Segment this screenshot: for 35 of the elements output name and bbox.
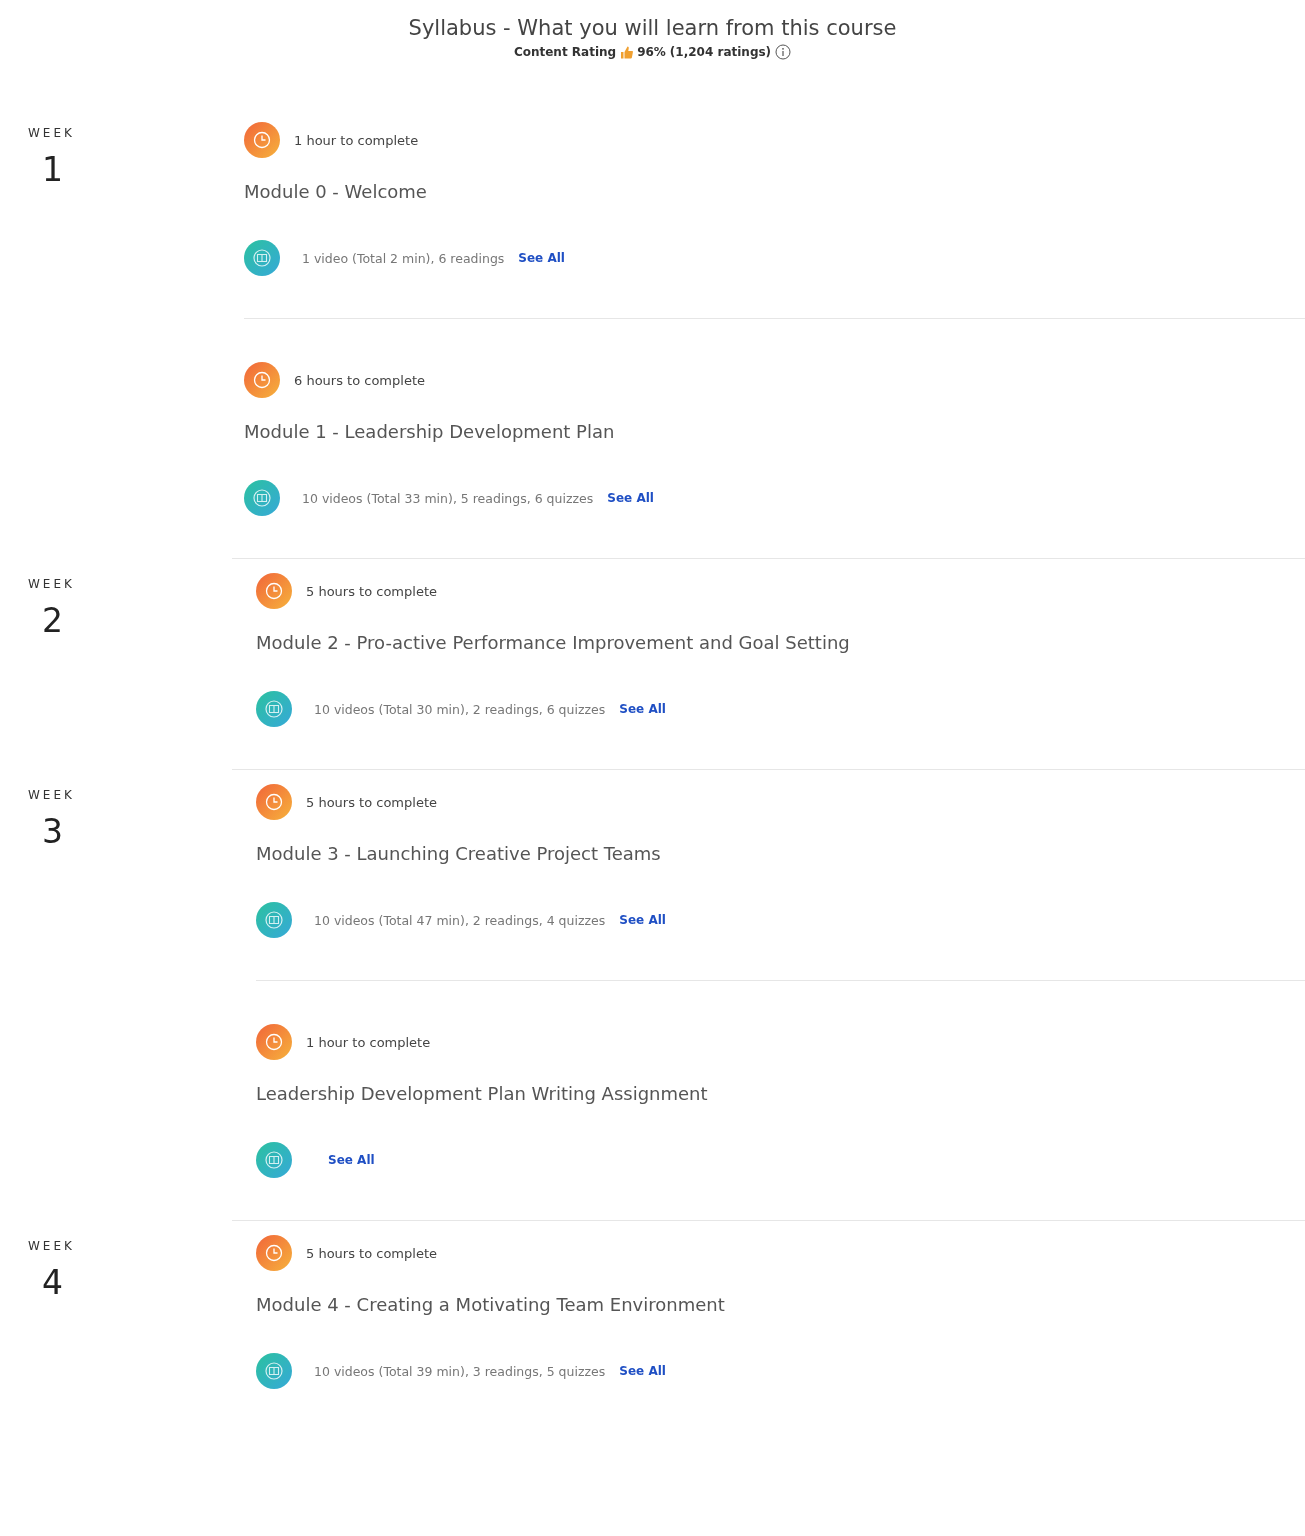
see-all-link[interactable]: See All xyxy=(518,251,565,265)
content-summary: 10 videos (Total 39 min), 3 readings, 5 quizzes xyxy=(314,1363,606,1379)
week-label: WEEK xyxy=(28,788,75,802)
week-number: 2 xyxy=(42,601,63,641)
duration-text: 5 hours to complete xyxy=(306,1245,437,1261)
page-title: Syllabus - What you will learn from this course xyxy=(408,15,897,42)
see-all-link[interactable]: See All xyxy=(619,913,666,927)
module-title: Module 4 - Creating a Motivating Team Environment xyxy=(256,1293,726,1317)
week-label: WEEK xyxy=(28,126,75,140)
see-all-link[interactable]: See All xyxy=(619,1364,666,1378)
duration-text: 5 hours to complete xyxy=(306,583,437,599)
duration-text: 5 hours to complete xyxy=(306,794,437,810)
week-label: WEEK xyxy=(28,1239,75,1253)
duration-text: 1 hour to complete xyxy=(294,132,419,148)
module-title: Module 2 - Pro-active Performance Improvement and Goal Setting xyxy=(256,631,851,655)
week-label: WEEK xyxy=(28,577,75,591)
see-all-link[interactable]: See All xyxy=(619,702,666,716)
module-title: Module 0 - Welcome xyxy=(244,180,428,204)
content-summary: 10 videos (Total 30 min), 2 readings, 6 quizzes xyxy=(314,701,606,717)
module-title: Module 1 - Leadership Development Plan xyxy=(244,420,616,444)
content-summary: 1 video (Total 2 min), 6 readings xyxy=(302,250,505,266)
week-number: 1 xyxy=(42,150,63,190)
rating-value: 96% xyxy=(637,45,666,59)
content-summary: 10 videos (Total 33 min), 5 readings, 6 quizzes xyxy=(302,490,594,506)
rating-label: Content Rating xyxy=(513,45,617,59)
see-all-link[interactable]: See All xyxy=(607,491,654,505)
rating-count: (1,204 ratings) xyxy=(669,45,772,59)
week-number: 3 xyxy=(42,812,63,852)
see-all-link[interactable]: See All xyxy=(328,1153,375,1167)
week-number: 4 xyxy=(42,1263,63,1303)
module-title: Module 3 - Launching Creative Project Teams xyxy=(256,842,662,866)
module-title: Leadership Development Plan Writing Assignment xyxy=(256,1082,709,1106)
duration-text: 1 hour to complete xyxy=(306,1034,431,1050)
duration-text: 6 hours to complete xyxy=(294,372,425,388)
content-summary: 10 videos (Total 47 min), 2 readings, 4 quizzes xyxy=(314,912,606,928)
